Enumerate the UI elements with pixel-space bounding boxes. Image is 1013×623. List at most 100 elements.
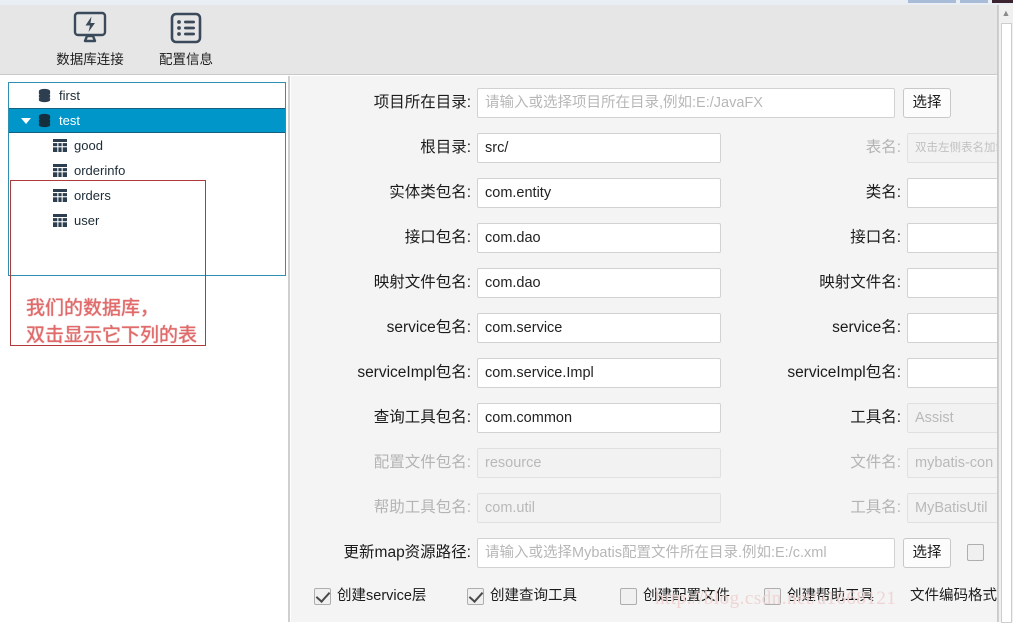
chevron-down-icon[interactable] xyxy=(21,118,31,124)
toolbar-button-label: 配置信息 xyxy=(159,52,213,67)
label-table-name: 表名: xyxy=(865,139,901,156)
label-service-impl-package: serviceImpl包名: xyxy=(357,364,471,381)
input-helper-tool-package[interactable]: com.util xyxy=(477,493,721,523)
form-row-map-resource-path: 更新map资源路径: 请输入或选择Mybatis配置文件所在目录.例如:E:/c… xyxy=(291,538,998,568)
form-row-entity-package: 实体类包名: com.entity 类名: xyxy=(291,178,998,208)
checkbox-label-create-service-layer[interactable]: 创建service层 xyxy=(337,587,426,606)
minimize-button[interactable] xyxy=(908,0,956,3)
input-mapper-package[interactable]: com.dao xyxy=(477,268,721,298)
label-mapper-package: 映射文件包名: xyxy=(373,274,471,291)
form-row-service-impl-package: serviceImpl包名: com.service.Impl serviceI… xyxy=(291,358,998,388)
checkbox-label-create-helper-tool[interactable]: 创建帮助工具 xyxy=(787,587,874,606)
input-service-name[interactable] xyxy=(907,313,998,343)
checkbox-create-service-layer[interactable] xyxy=(314,588,331,605)
tree-item-label: orders xyxy=(74,188,111,203)
toolbar-button-config-info[interactable]: 配置信息 xyxy=(140,9,232,71)
toolbar: 数据库连接 配置信息 xyxy=(0,5,998,75)
label-entity-package: 实体类包名: xyxy=(389,184,471,201)
input-query-tool-package[interactable]: com.common xyxy=(477,403,721,433)
label-helper-tool-name: 工具名: xyxy=(850,499,901,516)
checkbox-label-create-config-file[interactable]: 创建配置文件 xyxy=(643,587,730,606)
tree-item-label: user xyxy=(74,213,100,228)
tree-item-user[interactable]: user xyxy=(9,208,285,233)
browse-map-resource-button[interactable]: 选择 xyxy=(903,538,951,568)
label-interface-name: 接口名: xyxy=(850,229,901,246)
tree-item-orderinfo[interactable]: orderinfo xyxy=(9,158,285,183)
browse-project-dir-button[interactable]: 选择 xyxy=(903,88,951,118)
toolbar-button-db-connection[interactable]: 数据库连接 xyxy=(44,9,136,71)
database-tree[interactable]: first test good orderinfo orders user xyxy=(8,82,286,276)
scroll-up-icon[interactable]: ▲ xyxy=(999,5,1013,21)
input-service-impl-package[interactable]: com.service.Impl xyxy=(477,358,721,388)
scrollbar-thumb[interactable] xyxy=(1001,23,1012,623)
form-row-project-dir: 项目所在目录: 请输入或选择项目所在目录,例如:E:/JavaFX 选择 xyxy=(291,88,998,118)
config-form-panel: 项目所在目录: 请输入或选择项目所在目录,例如:E:/JavaFX 选择 根目录… xyxy=(291,76,998,622)
maximize-button[interactable] xyxy=(960,0,988,3)
tree-item-orders[interactable]: orders xyxy=(9,183,285,208)
input-table-name[interactable]: 双击左侧表名加载 xyxy=(907,133,998,163)
label-query-tool-name: 工具名: xyxy=(850,409,901,426)
label-config-file-name: 文件名: xyxy=(850,454,901,471)
tree-item-label: test xyxy=(59,113,80,128)
checkbox-label-create-query-tool[interactable]: 创建查询工具 xyxy=(490,587,577,606)
tree-item-good[interactable]: good xyxy=(9,133,285,158)
label-query-tool-package: 查询工具包名: xyxy=(373,409,471,426)
close-button[interactable] xyxy=(992,0,1013,3)
table-icon xyxy=(53,164,67,177)
input-service-impl-name[interactable] xyxy=(907,358,998,388)
input-config-file-package[interactable]: resource xyxy=(477,448,721,478)
input-config-file-name[interactable]: mybatis-con xyxy=(907,448,998,478)
form-row-query-tool-package: 查询工具包名: com.common 工具名: Assist xyxy=(291,403,998,433)
checkbox-create-helper-tool[interactable] xyxy=(764,588,781,605)
database-icon xyxy=(37,113,52,128)
checkbox-partial-right[interactable] xyxy=(967,544,984,561)
label-helper-tool-package: 帮助工具包名: xyxy=(373,499,471,516)
label-root-dir: 根目录: xyxy=(420,139,471,156)
checkbox-create-config-file[interactable] xyxy=(620,588,637,605)
table-icon xyxy=(53,189,67,202)
input-dao-package[interactable]: com.dao xyxy=(477,223,721,253)
input-helper-tool-name[interactable]: MyBatisUtil xyxy=(907,493,998,523)
checkbox-create-query-tool[interactable] xyxy=(467,588,484,605)
input-query-tool-name[interactable]: Assist xyxy=(907,403,998,433)
label-file-encoding: 文件编码格式 xyxy=(910,588,997,604)
label-class-name: 类名: xyxy=(865,184,901,201)
monitor-lightning-icon xyxy=(71,11,109,45)
list-form-icon xyxy=(169,11,203,45)
toolbar-button-label: 数据库连接 xyxy=(56,52,124,67)
input-mapper-file-name[interactable] xyxy=(907,268,998,298)
tree-empty-space xyxy=(9,233,285,275)
label-config-file-package: 配置文件包名: xyxy=(373,454,471,471)
form-row-helper-tool-package: 帮助工具包名: com.util 工具名: MyBatisUtil xyxy=(291,493,998,523)
input-root-dir[interactable]: src/ xyxy=(477,133,721,163)
label-service-name: service名: xyxy=(832,319,901,336)
tree-item-label: orderinfo xyxy=(74,163,126,178)
label-service-package: service包名: xyxy=(386,319,471,336)
label-project-dir: 项目所在目录: xyxy=(373,94,471,111)
tree-item-first[interactable]: first xyxy=(9,83,285,108)
input-service-package[interactable]: com.service xyxy=(477,313,721,343)
vertical-scrollbar[interactable]: ▲ xyxy=(998,5,1013,623)
form-row-checkboxes: 创建service层 创建查询工具 创建配置文件 创建帮助工具 文件编码格式 xyxy=(291,586,998,610)
form-row-service-package: service包名: com.service service名: xyxy=(291,313,998,343)
label-map-resource-path: 更新map资源路径: xyxy=(343,544,471,561)
input-class-name[interactable] xyxy=(907,178,998,208)
input-entity-package[interactable]: com.entity xyxy=(477,178,721,208)
form-row-config-file-package: 配置文件包名: resource 文件名: mybatis-con xyxy=(291,448,998,478)
form-row-root-dir: 根目录: src/ 表名: 双击左侧表名加载 xyxy=(291,133,998,163)
input-interface-name[interactable] xyxy=(907,223,998,253)
label-dao-package: 接口包名: xyxy=(404,229,471,246)
label-service-impl-name: serviceImpl包名: xyxy=(787,364,901,381)
input-map-resource-path[interactable]: 请输入或选择Mybatis配置文件所在目录.例如:E:/c.xml xyxy=(477,538,895,568)
table-icon xyxy=(53,139,67,152)
annotation-text: 我们的数据库， 双击显示它下列的表 xyxy=(26,297,198,346)
form-row-dao-package: 接口包名: com.dao 接口名: xyxy=(291,223,998,253)
database-icon xyxy=(37,88,52,103)
tree-item-label: good xyxy=(74,138,103,153)
form-row-mapper-package: 映射文件包名: com.dao 映射文件名: xyxy=(291,268,998,298)
tree-item-label: first xyxy=(59,88,80,103)
tree-item-test[interactable]: test xyxy=(9,108,285,133)
input-project-dir[interactable]: 请输入或选择项目所在目录,例如:E:/JavaFX xyxy=(477,88,895,118)
table-icon xyxy=(53,214,67,227)
label-mapper-file-name: 映射文件名: xyxy=(819,274,901,291)
